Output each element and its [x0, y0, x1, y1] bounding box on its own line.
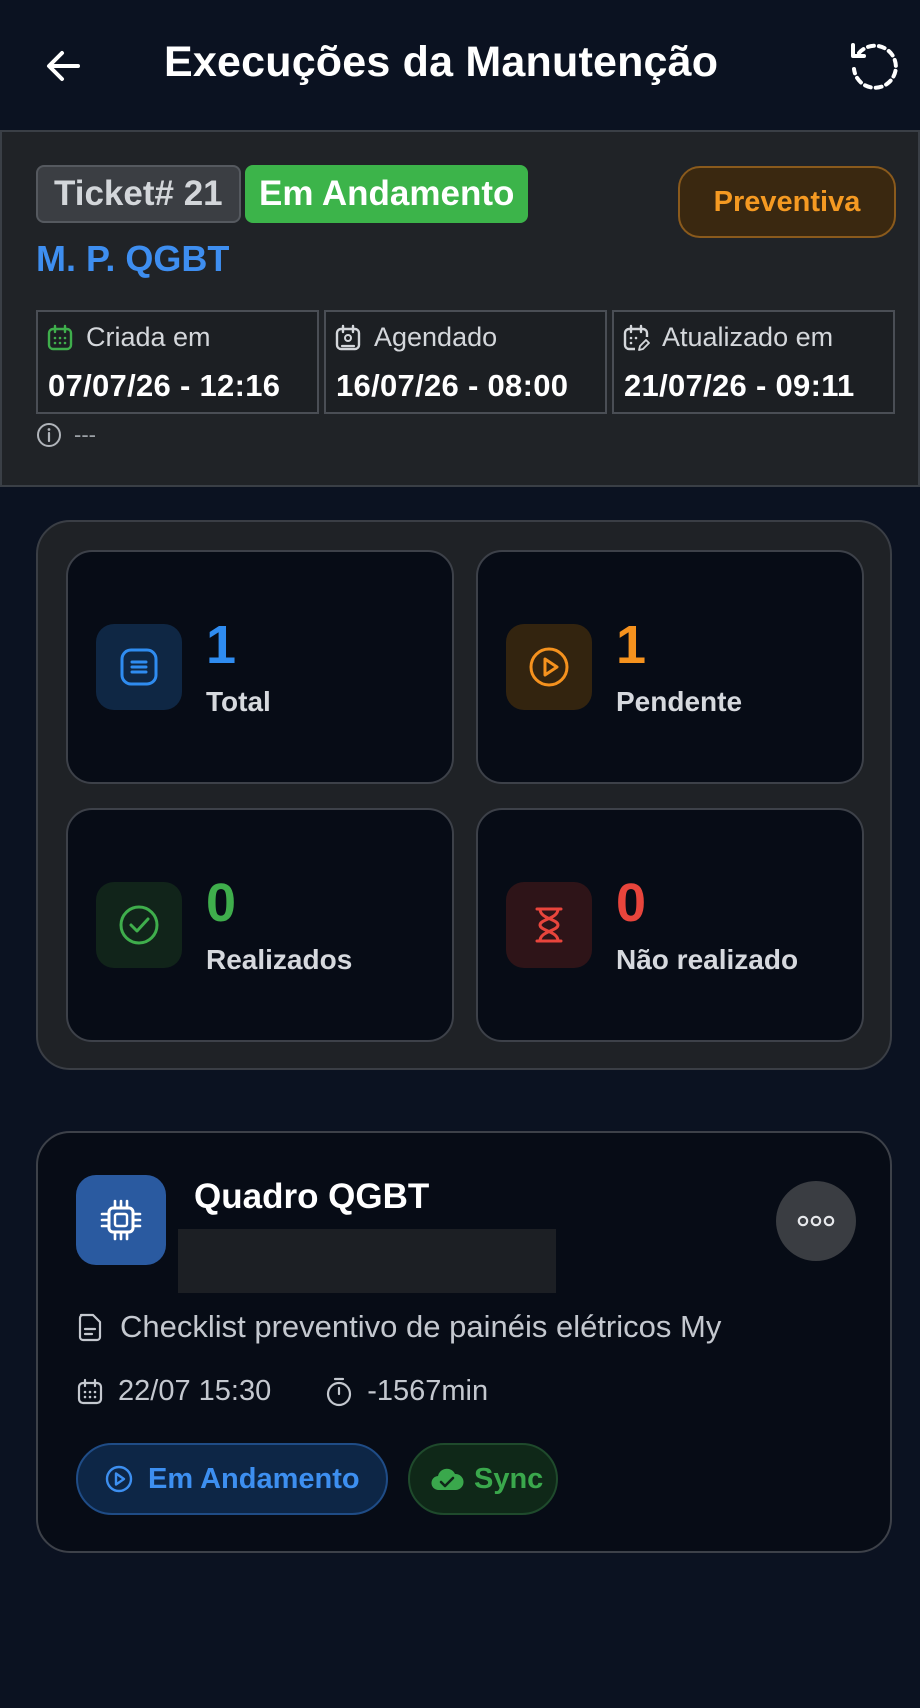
more-horizontal-icon [797, 1215, 835, 1227]
info-icon [37, 423, 61, 447]
scheduled-date-value: 16/07/26 - 08:00 [336, 368, 569, 403]
calendar-icon [47, 324, 73, 350]
sync-label: Sync [474, 1462, 544, 1495]
play-circle-icon [529, 647, 569, 687]
refresh-button[interactable] [846, 38, 902, 94]
sync-pill[interactable]: Sync [408, 1443, 558, 1515]
created-date-value: 07/07/26 - 12:16 [48, 368, 281, 403]
ticket-status-badge: Em Andamento [245, 165, 529, 223]
ticket-note-text: --- [74, 422, 96, 447]
stat-total-value: 1 [206, 615, 237, 675]
stat-realizados-value: 0 [206, 873, 237, 933]
ticket-name: M. P. QGBT [36, 238, 230, 279]
updated-date-label: Atualizado em [662, 322, 834, 352]
list-icon [120, 648, 158, 686]
calendar-icon [77, 1378, 103, 1404]
created-date-label: Criada em [86, 322, 211, 352]
hourglass-icon-wrap [506, 882, 592, 968]
checklist-name: Checklist preventivo de painéis elétrico… [120, 1309, 722, 1344]
stat-card-pendente[interactable]: 1 Pendente [476, 550, 864, 784]
stat-card-realizados[interactable]: 0 Realizados [66, 808, 454, 1042]
updated-date-value: 21/07/26 - 09:11 [624, 368, 855, 403]
stat-card-total[interactable]: 1 Total [66, 550, 454, 784]
back-button[interactable] [38, 40, 90, 92]
page-title: Execuções da Manutenção [164, 38, 719, 86]
execution-summary: 1 Total 1 Pendente 0 Realizados 0 Não re… [36, 520, 892, 1070]
check-icon-wrap [96, 882, 182, 968]
execution-card[interactable]: Quadro QGBT Checklist preventivo de pain… [36, 1131, 892, 1553]
calendar-user-icon [335, 324, 361, 350]
more-options-button[interactable] [776, 1181, 856, 1261]
check-circle-icon [119, 905, 159, 945]
stopwatch-icon [327, 1377, 352, 1406]
execution-duration: -1567min [367, 1375, 489, 1407]
ticket-panel: Ticket# 21 Em Andamento Preventiva M. P.… [0, 130, 920, 487]
stat-nao-realizado-value: 0 [616, 873, 647, 933]
stat-pendente-value: 1 [616, 615, 647, 675]
equipment-icon-wrap [76, 1175, 166, 1265]
app-bar: Execuções da Manutenção [0, 0, 920, 130]
stat-card-nao-realizado[interactable]: 0 Não realizado [476, 808, 864, 1042]
maintenance-type-chip[interactable]: Preventiva [678, 166, 896, 238]
execution-status-label: Em Andamento [148, 1462, 360, 1495]
execution-status-pill[interactable]: Em Andamento [76, 1443, 388, 1515]
scheduled-date-box: Agendado 16/07/26 - 08:00 [324, 310, 607, 414]
stat-realizados-label: Realizados [206, 944, 353, 975]
hourglass-icon [535, 907, 563, 943]
stat-pendente-label: Pendente [616, 686, 743, 717]
stat-nao-realizado-label: Não realizado [616, 944, 799, 975]
refresh-icon [851, 43, 898, 90]
scheduled-date-label: Agendado [374, 322, 498, 352]
list-icon-wrap [96, 624, 182, 710]
play-circle-icon [105, 1465, 133, 1493]
cloud-check-icon [431, 1468, 464, 1491]
created-date-box: Criada em 07/07/26 - 12:16 [36, 310, 319, 414]
updated-date-box: Atualizado em 21/07/26 - 09:11 [612, 310, 895, 414]
calendar-edit-icon [623, 324, 650, 351]
checklist-row: Checklist preventivo de painéis elétrico… [76, 1309, 721, 1345]
stat-total-label: Total [206, 686, 271, 717]
meta-row: 22/07 15:30 -1567min [76, 1375, 488, 1408]
equipment-name: Quadro QGBT [194, 1177, 430, 1216]
arrow-left-icon [47, 51, 80, 81]
play-icon-wrap [506, 624, 592, 710]
ticket-note: --- [36, 422, 96, 448]
document-icon [78, 1313, 102, 1342]
chip-icon [100, 1199, 142, 1241]
execution-date: 22/07 15:30 [118, 1375, 272, 1407]
redacted-block [178, 1229, 556, 1293]
ticket-number-badge: Ticket# 21 [36, 165, 241, 223]
